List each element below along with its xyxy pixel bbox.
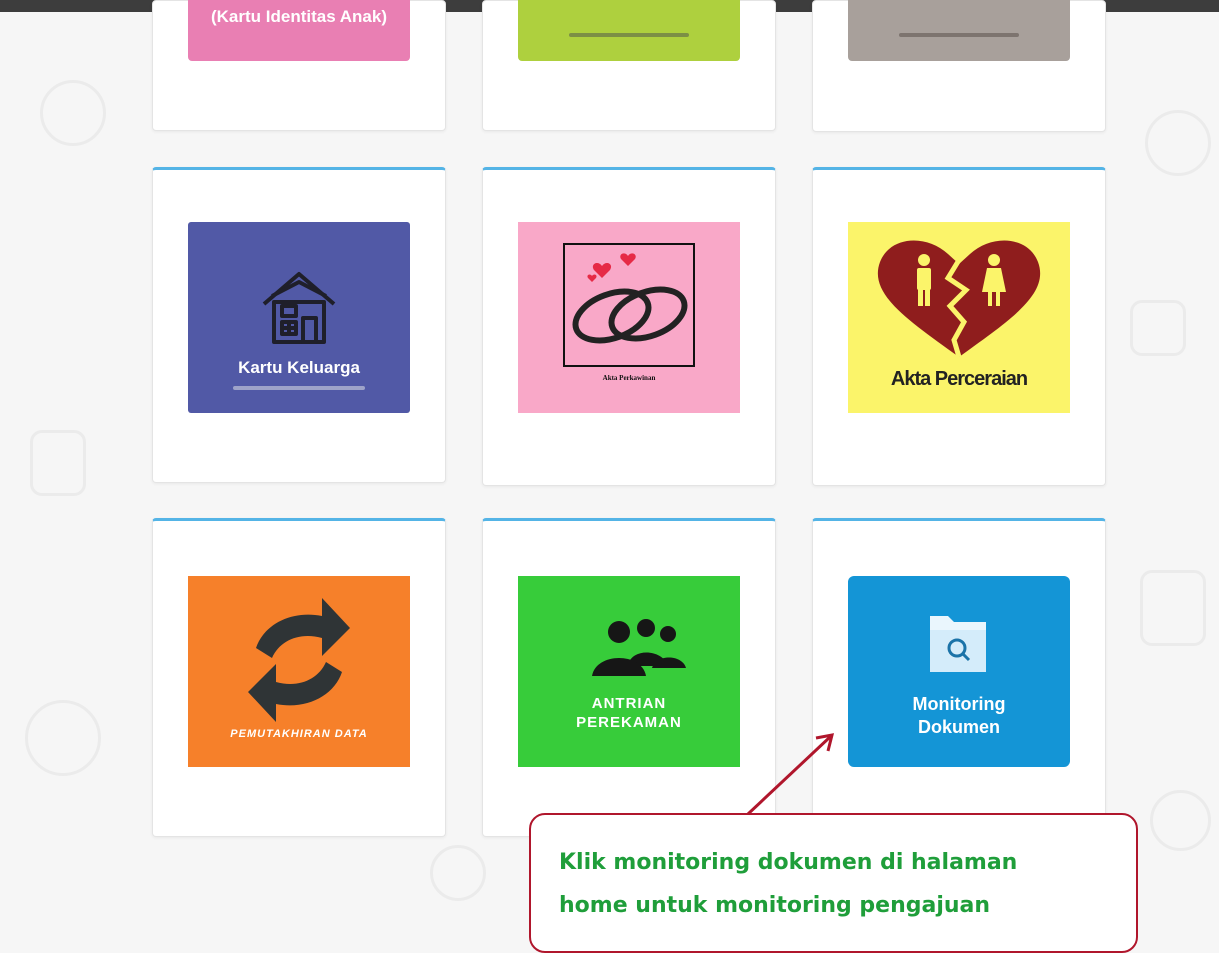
callout-arrow-line	[746, 735, 832, 816]
callout-arrow	[746, 733, 835, 816]
